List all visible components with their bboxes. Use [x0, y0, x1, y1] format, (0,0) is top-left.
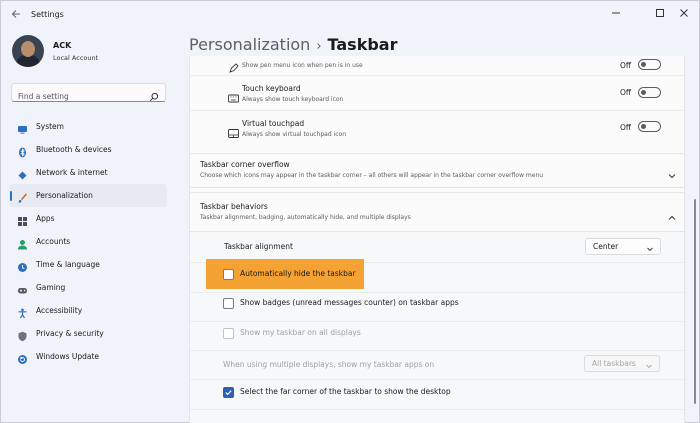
page-title: Taskbar	[327, 35, 398, 54]
sidebar-item-label: Accessibility	[36, 306, 83, 315]
divider	[190, 321, 685, 322]
virtual-touchpad-subtitle: Always show virtual touchpad icon	[242, 131, 347, 138]
chevron-down-icon	[646, 243, 654, 252]
title-bar: Settings	[1, 1, 700, 31]
divider	[190, 350, 685, 351]
sidebar-item-network[interactable]: Network & internet	[9, 161, 167, 184]
gaming-icon	[17, 282, 28, 294]
show-badges-checkbox[interactable]	[223, 298, 234, 309]
virtual-touchpad-state: Off	[620, 123, 632, 132]
all-displays-label: Show my taskbar on all displays	[240, 328, 361, 337]
alignment-dropdown[interactable]: Center	[585, 238, 661, 255]
account-name: ACK	[53, 41, 72, 50]
sidebar-item-label: Personalization	[36, 191, 93, 200]
show-badges-label: Show badges (unread messages counter) on…	[240, 298, 459, 307]
sidebar-item-apps[interactable]: Apps	[9, 207, 167, 230]
multi-display-value: All taskbars	[592, 359, 636, 368]
auto-hide-checkbox[interactable]	[223, 269, 234, 280]
chevron-up-icon[interactable]	[667, 208, 677, 220]
sidebar-item-privacy-security[interactable]: Privacy & security	[9, 322, 167, 345]
app-title: Settings	[31, 10, 64, 19]
corner-overflow-title: Taskbar corner overflow	[200, 160, 290, 169]
accounts-icon	[17, 236, 28, 250]
sidebar-item-accounts[interactable]: Accounts	[9, 230, 167, 253]
divider	[190, 75, 685, 76]
divider	[190, 379, 685, 380]
sidebar-item-label: Gaming	[36, 283, 66, 292]
sidebar-item-label: Apps	[36, 214, 55, 223]
touch-keyboard-subtitle: Always show touch keyboard icon	[242, 96, 344, 103]
shield-icon	[17, 328, 28, 342]
apps-icon	[17, 213, 28, 226]
sidebar-item-accessibility[interactable]: Accessibility	[9, 299, 167, 322]
pen-menu-toggle[interactable]	[638, 59, 661, 70]
corner-overflow-subtitle: Choose which icons may appear in the tas…	[200, 172, 544, 179]
sidebar-item-label: Time & language	[36, 260, 100, 269]
alignment-value: Center	[593, 242, 619, 251]
scrollbar[interactable]	[694, 199, 696, 404]
search-icon[interactable]	[149, 87, 159, 102]
all-displays-checkbox[interactable]	[223, 328, 234, 339]
globe-clock-icon	[17, 259, 28, 272]
sidebar-item-label: Accounts	[36, 237, 71, 246]
close-icon[interactable]	[669, 5, 699, 27]
taskbar-corner-overflow-card[interactable]: Taskbar corner overflow Choose which ico…	[189, 153, 685, 188]
sidebar-item-label: Network & internet	[36, 168, 108, 177]
touch-keyboard-toggle[interactable]	[638, 87, 661, 98]
breadcrumb: Personalization › Taskbar	[189, 35, 397, 54]
sidebar-item-label: Privacy & security	[36, 329, 104, 338]
settings-window: Settings ACK Local Account System	[0, 0, 700, 423]
divider	[190, 292, 685, 293]
far-corner-label: Select the far corner of the taskbar to …	[240, 387, 451, 396]
sidebar-item-windows-update[interactable]: Windows Update	[9, 345, 167, 368]
virtual-touchpad-title: Virtual touchpad	[242, 119, 305, 128]
sidebar-item-label: Windows Update	[36, 352, 100, 361]
back-arrow-icon[interactable]	[8, 8, 24, 24]
virtual-touchpad-toggle[interactable]	[638, 121, 661, 132]
sidebar-item-label: Bluetooth & devices	[36, 145, 112, 154]
pen-menu-state: Off	[620, 61, 632, 70]
keyboard-icon	[228, 89, 239, 103]
multi-display-label: When using multiple displays, show my ta…	[223, 360, 435, 369]
pen-menu-subtitle: Show pen menu icon when pen is in use	[242, 62, 363, 69]
sidebar-item-label: System	[36, 122, 64, 131]
sidebar-item-personalization[interactable]: Personalization	[9, 184, 167, 207]
system-icon	[17, 121, 28, 134]
chevron-down-icon	[645, 360, 653, 369]
minimize-icon[interactable]	[601, 5, 631, 27]
touch-keyboard-state: Off	[620, 88, 632, 97]
divider	[190, 409, 685, 410]
sidebar-item-time-language[interactable]: Time & language	[9, 253, 167, 276]
chevron-down-icon[interactable]	[667, 166, 677, 179]
search-box	[11, 83, 166, 105]
accessibility-icon	[17, 305, 28, 319]
touchpad-icon	[228, 124, 239, 138]
sidebar-nav: System Bluetooth & devices Network & int…	[9, 115, 167, 368]
divider	[190, 110, 685, 111]
far-corner-checkbox[interactable]	[223, 387, 234, 398]
sidebar-item-system[interactable]: System	[9, 115, 167, 138]
sidebar-item-bluetooth[interactable]: Bluetooth & devices	[9, 138, 167, 161]
behaviors-subtitle: Taskbar alignment, badging, automaticall…	[200, 214, 411, 221]
search-input[interactable]	[12, 88, 142, 105]
network-icon	[17, 167, 28, 180]
multi-display-dropdown[interactable]: All taskbars	[584, 355, 660, 372]
auto-hide-label: Automatically hide the taskbar	[240, 269, 356, 278]
behaviors-title: Taskbar behaviors	[200, 202, 268, 211]
taskbar-behaviors-header[interactable]: Taskbar behaviors Taskbar alignment, bad…	[189, 192, 685, 232]
breadcrumb-parent[interactable]: Personalization	[189, 35, 310, 54]
bluetooth-icon	[17, 144, 28, 158]
alignment-label: Taskbar alignment	[224, 242, 293, 251]
avatar[interactable]	[12, 35, 44, 67]
pen-icon	[228, 59, 239, 73]
breadcrumb-separator: ›	[316, 39, 322, 54]
paintbrush-icon	[17, 190, 28, 203]
touch-keyboard-title: Touch keyboard	[242, 84, 301, 93]
update-icon	[17, 351, 28, 364]
sidebar-item-gaming[interactable]: Gaming	[9, 276, 167, 299]
account-type: Local Account	[53, 54, 99, 62]
